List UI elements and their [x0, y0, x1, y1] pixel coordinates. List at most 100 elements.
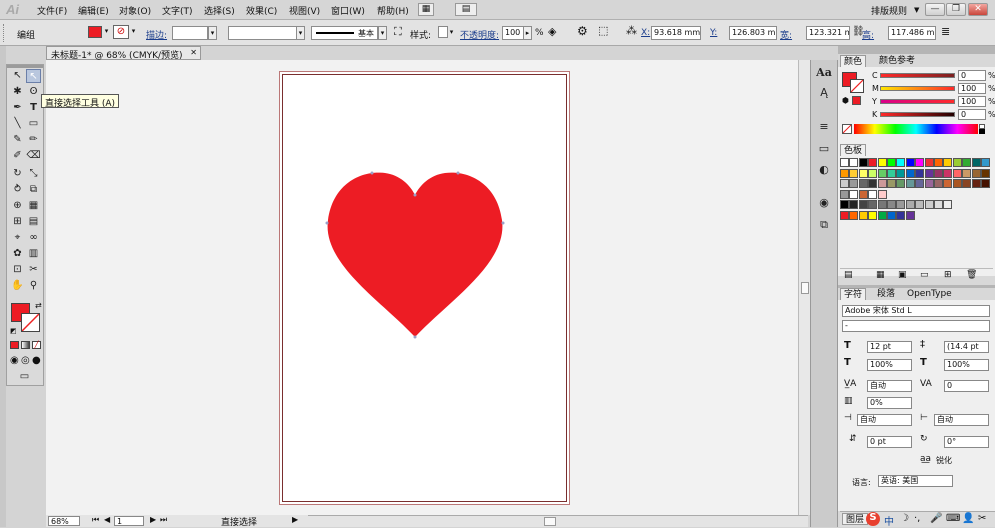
swatch-chip[interactable] — [962, 179, 972, 188]
vertical-scroll-thumb[interactable] — [801, 282, 809, 294]
variable-width-field[interactable] — [228, 26, 298, 40]
swatch-chip[interactable] — [849, 189, 859, 199]
free-transform-tool-icon[interactable]: ⧉ — [26, 183, 41, 197]
default-colors-icon[interactable]: ◩ — [10, 327, 17, 335]
leading-field[interactable]: (14.4 pt — [944, 341, 989, 353]
tab-layers[interactable]: 图层 — [842, 513, 869, 525]
menu-type[interactable]: 文字(T) — [162, 4, 193, 17]
swatch-chip[interactable] — [858, 179, 868, 188]
kerning-field[interactable]: 自动 — [867, 380, 912, 392]
swatch-chip[interactable] — [905, 179, 915, 188]
style-dropdown-icon[interactable]: ▾ — [447, 26, 456, 40]
menu-window[interactable]: 窗口(W) — [331, 4, 365, 17]
minimize-button[interactable]: — — [925, 3, 945, 16]
swatch-chip[interactable] — [924, 200, 934, 209]
swatch-chip[interactable] — [962, 158, 972, 167]
stroke-dropdown-icon[interactable]: ▾ — [129, 25, 138, 39]
swatch-chip[interactable] — [849, 158, 859, 167]
swatch-chip[interactable] — [887, 200, 896, 209]
menu-object[interactable]: 对象(O) — [119, 4, 151, 17]
anchor-point[interactable] — [413, 193, 417, 197]
opacity-label[interactable]: 不透明度: — [460, 28, 499, 41]
tab-opentype[interactable]: OpenType — [904, 288, 955, 300]
tracking-field[interactable]: 0 — [944, 380, 989, 392]
gradient-panel-icon[interactable]: ▭ — [813, 142, 835, 158]
swatch-chip[interactable] — [896, 210, 906, 220]
out-of-gamut-icon[interactable]: ⬢ — [842, 96, 849, 105]
swatch-chip[interactable] — [858, 189, 868, 199]
arrange-icon[interactable]: ⛶ — [394, 25, 402, 39]
recolor-icon[interactable]: ◈ — [548, 25, 556, 38]
x-label[interactable]: X: — [641, 28, 650, 38]
swatch-chip[interactable] — [858, 200, 868, 209]
selection-tool-icon[interactable]: ↖ — [10, 69, 25, 83]
swatch-libraries-icon[interactable]: ▤ — [844, 270, 853, 280]
swatch-chip[interactable] — [868, 210, 878, 220]
menu-file[interactable]: 文件(F) — [37, 4, 67, 17]
swatch-chip[interactable] — [877, 168, 887, 178]
column-graph-tool-icon[interactable]: ▥ — [26, 247, 41, 261]
swatch-chip[interactable] — [858, 210, 868, 220]
y-label[interactable]: Y: — [710, 28, 717, 38]
aki-right-field[interactable]: 自动 — [934, 414, 989, 426]
stroke-panel-icon[interactable]: ≡ — [813, 120, 835, 136]
m-value[interactable]: 100 — [958, 83, 986, 94]
gradient-mode-icon[interactable] — [21, 341, 30, 349]
swatch-chip[interactable] — [924, 168, 934, 178]
ime-moon-icon[interactable]: ☽ — [900, 513, 909, 524]
menu-effect[interactable]: 效果(C) — [246, 4, 277, 17]
swatch-chip[interactable] — [934, 179, 943, 188]
swatch-chip[interactable] — [924, 158, 934, 167]
swatch-chip[interactable] — [868, 200, 878, 209]
k-slider[interactable] — [880, 112, 955, 117]
draw-behind-icon[interactable]: ◎ — [21, 355, 30, 366]
ime-tools-icon[interactable]: ✂ — [978, 513, 986, 524]
stroke-color-box[interactable] — [21, 313, 40, 332]
swatch-chip[interactable] — [934, 168, 943, 178]
baseline-shift-field[interactable]: 0 pt — [867, 436, 912, 448]
swatch-chip[interactable] — [943, 158, 953, 167]
swatch-chip[interactable] — [943, 179, 953, 188]
paintbrush-tool-icon[interactable]: ✎ — [10, 133, 25, 147]
language-field[interactable]: 英语: 美国 — [878, 475, 953, 487]
none-color-icon[interactable] — [842, 124, 852, 134]
swatch-chip[interactable] — [924, 179, 934, 188]
swatch-chip[interactable] — [868, 168, 878, 178]
heart-shape[interactable] — [320, 165, 510, 340]
new-swatch-icon[interactable]: ⊞ — [944, 270, 952, 280]
swap-fill-stroke-icon[interactable]: ⇄ — [35, 301, 42, 310]
symbol-sprayer-tool-icon[interactable]: ✿ — [10, 247, 25, 261]
magic-wand-tool-icon[interactable]: ✱ — [10, 85, 25, 99]
swatch-chip[interactable] — [962, 168, 972, 178]
swatch-chip[interactable] — [887, 179, 896, 188]
opacity-field[interactable]: 100 — [502, 26, 524, 40]
menu-edit[interactable]: 编辑(E) — [78, 4, 109, 17]
opacity-dropdown-icon[interactable]: ▸ — [523, 26, 532, 40]
swatch-chip[interactable] — [896, 200, 906, 209]
perspective-grid-tool-icon[interactable]: ▦ — [26, 199, 41, 213]
screen-mode-icon[interactable]: ▭ — [17, 370, 32, 384]
swatch-chip[interactable] — [915, 200, 925, 209]
control-panel-menu-icon[interactable]: ≣ — [941, 25, 950, 38]
first-artboard-icon[interactable]: ⏮ — [92, 515, 99, 525]
swatch-chip[interactable] — [896, 158, 906, 167]
height-field[interactable]: 117.486 mm — [888, 26, 936, 40]
k-value[interactable]: 0 — [958, 109, 986, 120]
swatch-chip[interactable] — [877, 200, 887, 209]
stroke-label[interactable]: 描边: — [146, 28, 167, 41]
tab-color-guide[interactable]: 颜色参考 — [876, 55, 918, 67]
width-field[interactable]: 123.321 mi — [806, 26, 850, 40]
reference-point-icon[interactable]: ⁂ — [626, 24, 637, 37]
hand-tool-icon[interactable]: ✋ — [10, 279, 25, 293]
swatch-chip[interactable] — [849, 179, 859, 188]
font-family-field[interactable]: Adobe 宋体 Std L — [842, 305, 990, 317]
stroke-weight-dropdown-icon[interactable]: ▾ — [208, 26, 217, 40]
tab-paragraph[interactable]: 段落 — [874, 288, 898, 300]
transform-icon[interactable]: ⬚ — [598, 24, 608, 37]
close-button[interactable]: ✕ — [968, 3, 988, 16]
swatch-chip[interactable] — [849, 200, 859, 209]
blob-brush-tool-icon[interactable]: ✐ — [10, 149, 25, 163]
rectangle-tool-icon[interactable]: ▭ — [26, 117, 41, 131]
color-spectrum-bar[interactable] — [854, 124, 978, 134]
stroke-weight-field[interactable] — [172, 26, 208, 40]
